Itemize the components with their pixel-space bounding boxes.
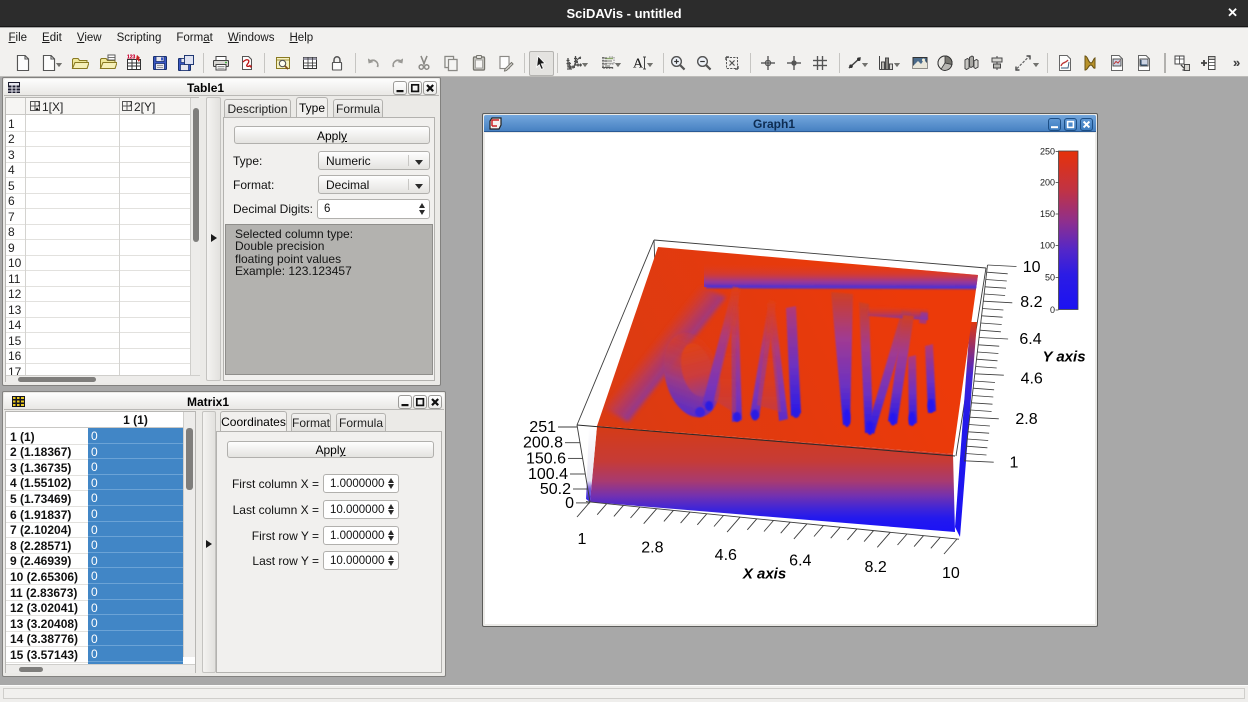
svg-text:250: 250: [1040, 147, 1055, 157]
svg-text:1: 1: [1010, 455, 1019, 472]
svg-text:4.6: 4.6: [1021, 371, 1043, 388]
svg-text:X axis: X axis: [742, 566, 786, 583]
svg-text:251: 251: [529, 419, 556, 436]
svg-text:50: 50: [1045, 273, 1055, 283]
svg-text:6.4: 6.4: [789, 553, 811, 570]
svg-text:A: A: [633, 57, 644, 72]
svg-text:2.8: 2.8: [1015, 411, 1037, 428]
svg-text:150: 150: [1040, 209, 1055, 219]
svg-text:10: 10: [1023, 259, 1041, 276]
svg-text:200.8: 200.8: [523, 435, 563, 452]
svg-text:1: 1: [578, 531, 587, 548]
svg-text:150.6: 150.6: [526, 450, 566, 467]
svg-text:0: 0: [565, 495, 574, 512]
svg-text:4.6: 4.6: [715, 547, 737, 564]
svg-text:Y axis: Y axis: [1042, 349, 1085, 366]
svg-text:2: 2: [130, 102, 133, 108]
svg-text:8.2: 8.2: [1020, 294, 1042, 311]
svg-text:0: 0: [1050, 305, 1055, 315]
svg-text:200: 200: [1040, 178, 1055, 188]
svg-text:6.4: 6.4: [1019, 331, 1041, 348]
svg-text:123: 123: [127, 55, 136, 61]
svg-text:10: 10: [942, 565, 960, 582]
svg-text:1: 1: [38, 102, 41, 108]
svg-text:8.2: 8.2: [864, 559, 886, 576]
svg-text:2.8: 2.8: [641, 539, 663, 556]
svg-text:100: 100: [1040, 241, 1055, 251]
